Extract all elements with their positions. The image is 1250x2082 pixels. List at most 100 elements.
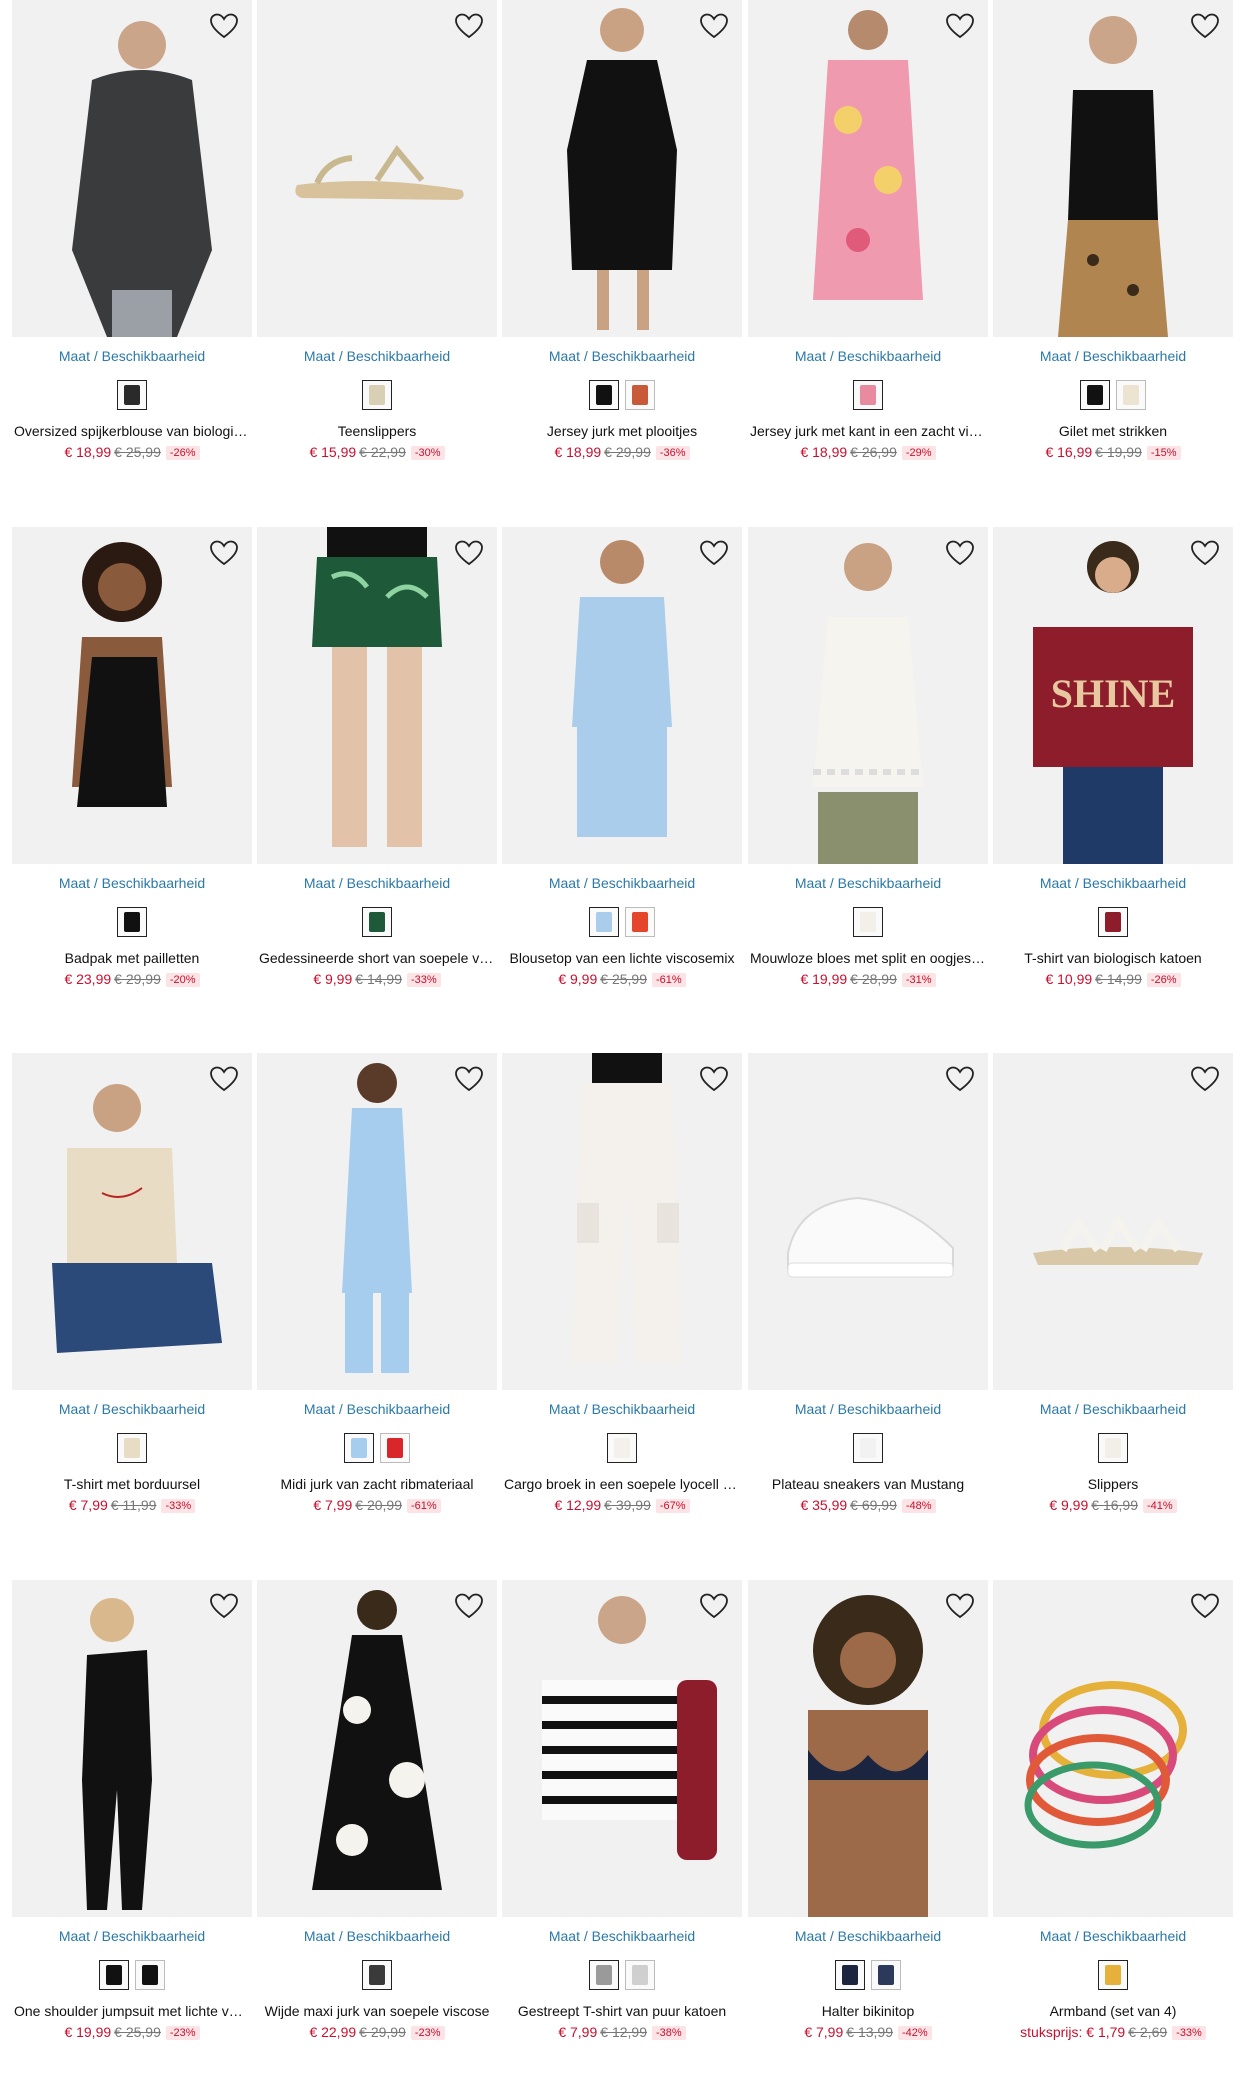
size-availability-link[interactable]: Maat / Beschikbaarheid xyxy=(993,1928,1233,1944)
product-card[interactable]: Maat / Beschikbaarheid Plateau sneakers v… xyxy=(748,1053,988,1533)
size-availability-link[interactable]: Maat / Beschikbaarheid xyxy=(257,1928,497,1944)
size-availability-link[interactable]: Maat / Beschikbaarheid xyxy=(12,1928,252,1944)
wishlist-heart-icon[interactable] xyxy=(944,10,976,42)
product-card[interactable]: Maat / Beschikbaarheid Jersey jurk met ka… xyxy=(748,0,988,480)
size-availability-link[interactable]: Maat / Beschikbaarheid xyxy=(993,875,1233,891)
product-name[interactable]: Oversized spijkerblouse van biologisch k… xyxy=(12,423,252,439)
slippers-image[interactable] xyxy=(993,1053,1233,1390)
color-swatch[interactable] xyxy=(1098,907,1128,937)
wishlist-heart-icon[interactable] xyxy=(453,1590,485,1622)
shine-tshirt-image[interactable]: SHINE xyxy=(993,527,1233,864)
size-availability-link[interactable]: Maat / Beschikbaarheid xyxy=(993,348,1233,364)
size-availability-link[interactable]: Maat / Beschikbaarheid xyxy=(502,348,742,364)
bracelet-set-image[interactable] xyxy=(993,1580,1233,1917)
palm-shorts-image[interactable] xyxy=(257,527,497,864)
size-availability-link[interactable]: Maat / Beschikbaarheid xyxy=(502,1928,742,1944)
wishlist-heart-icon[interactable] xyxy=(208,10,240,42)
wishlist-heart-icon[interactable] xyxy=(1189,10,1221,42)
color-swatch[interactable] xyxy=(362,907,392,937)
size-availability-link[interactable]: Maat / Beschikbaarheid xyxy=(257,348,497,364)
color-swatch[interactable] xyxy=(625,1960,655,1990)
swimsuit-image[interactable] xyxy=(12,527,252,864)
product-name[interactable]: Blousetop van een lichte viscosemix xyxy=(502,950,742,966)
product-name[interactable]: Badpak met pailletten xyxy=(12,950,252,966)
color-swatch[interactable] xyxy=(853,1433,883,1463)
wishlist-heart-icon[interactable] xyxy=(944,1063,976,1095)
product-name[interactable]: T-shirt met borduursel xyxy=(12,1476,252,1492)
color-swatch[interactable] xyxy=(589,907,619,937)
product-card[interactable]: Maat / Beschikbaarheid Blousetop van een … xyxy=(502,527,742,1007)
color-swatch[interactable] xyxy=(99,1960,129,1990)
wishlist-heart-icon[interactable] xyxy=(1189,537,1221,569)
product-card[interactable]: Maat / Beschikbaarheid Gestreept T-shirt … xyxy=(502,1580,742,2060)
product-card[interactable]: Maat / Beschikbaarheid One shoulder jumps… xyxy=(12,1580,252,2060)
floral-dress-image[interactable] xyxy=(748,0,988,337)
product-name[interactable]: Cargo broek in een soepele lyocell mix xyxy=(502,1476,742,1492)
size-availability-link[interactable]: Maat / Beschikbaarheid xyxy=(12,1401,252,1417)
product-card[interactable]: Maat / Beschikbaarheid T-shirt met borduu… xyxy=(12,1053,252,1533)
size-availability-link[interactable]: Maat / Beschikbaarheid xyxy=(257,1401,497,1417)
wishlist-heart-icon[interactable] xyxy=(208,1590,240,1622)
bikini-top-image[interactable] xyxy=(748,1580,988,1917)
product-card[interactable]: SHINE Maat / Beschikbaarheid T-shirt van b… xyxy=(993,527,1233,1007)
color-swatch[interactable] xyxy=(362,1960,392,1990)
color-swatch[interactable] xyxy=(362,380,392,410)
product-name[interactable]: Gilet met strikken xyxy=(993,423,1233,439)
wishlist-heart-icon[interactable] xyxy=(453,10,485,42)
color-swatch[interactable] xyxy=(344,1433,374,1463)
size-availability-link[interactable]: Maat / Beschikbaarheid xyxy=(257,875,497,891)
jersey-dress-image[interactable] xyxy=(502,0,742,337)
jumpsuit-image[interactable] xyxy=(12,1580,252,1917)
product-card[interactable]: Maat / Beschikbaarheid Wijde maxi jurk va… xyxy=(257,1580,497,2060)
size-availability-link[interactable]: Maat / Beschikbaarheid xyxy=(502,875,742,891)
striped-tshirt-image[interactable] xyxy=(502,1580,742,1917)
product-card[interactable]: Maat / Beschikbaarheid Mouwloze bloes met… xyxy=(748,527,988,1007)
color-swatch[interactable] xyxy=(853,907,883,937)
color-swatch[interactable] xyxy=(117,1433,147,1463)
blouse-top-image[interactable] xyxy=(502,527,742,864)
midi-dress-image[interactable] xyxy=(257,1053,497,1390)
product-card[interactable]: Maat / Beschikbaarheid Armband (set van 4… xyxy=(993,1580,1233,2060)
wishlist-heart-icon[interactable] xyxy=(698,1063,730,1095)
product-name[interactable]: Teenslippers xyxy=(257,423,497,439)
color-swatch[interactable] xyxy=(380,1433,410,1463)
color-swatch[interactable] xyxy=(589,380,619,410)
color-swatch[interactable] xyxy=(589,1960,619,1990)
color-swatch[interactable] xyxy=(1098,1433,1128,1463)
product-name[interactable]: Mouwloze bloes met split en oogjes kant xyxy=(748,950,988,966)
size-availability-link[interactable]: Maat / Beschikbaarheid xyxy=(502,1401,742,1417)
color-swatch[interactable] xyxy=(1116,380,1146,410)
product-name[interactable]: One shoulder jumpsuit met lichte volant xyxy=(12,2003,252,2019)
wishlist-heart-icon[interactable] xyxy=(453,537,485,569)
platform-sneaker-image[interactable] xyxy=(748,1053,988,1390)
size-availability-link[interactable]: Maat / Beschikbaarheid xyxy=(748,875,988,891)
color-swatch[interactable] xyxy=(135,1960,165,1990)
size-availability-link[interactable]: Maat / Beschikbaarheid xyxy=(993,1401,1233,1417)
toe-sandals-image[interactable] xyxy=(257,0,497,337)
product-name[interactable]: T-shirt van biologisch katoen xyxy=(993,950,1233,966)
embroidered-tshirt-image[interactable] xyxy=(12,1053,252,1390)
maxi-dress-image[interactable] xyxy=(257,1580,497,1917)
product-card[interactable]: Maat / Beschikbaarheid Cargo broek in een… xyxy=(502,1053,742,1533)
oversized-denim-blouse-image[interactable] xyxy=(12,0,252,337)
product-name[interactable]: Jersey jurk met plooitjes xyxy=(502,423,742,439)
tie-vest-image[interactable] xyxy=(993,0,1233,337)
product-card[interactable]: Maat / Beschikbaarheid Gedessineerde shor… xyxy=(257,527,497,1007)
sleeveless-blouse-image[interactable] xyxy=(748,527,988,864)
wishlist-heart-icon[interactable] xyxy=(698,10,730,42)
product-card[interactable]: Maat / Beschikbaarheid Teenslippers € 15,9… xyxy=(257,0,497,480)
product-card[interactable]: Maat / Beschikbaarheid Midi jurk van zach… xyxy=(257,1053,497,1533)
size-availability-link[interactable]: Maat / Beschikbaarheid xyxy=(12,875,252,891)
product-card[interactable]: Maat / Beschikbaarheid Halter bikinitop € … xyxy=(748,1580,988,2060)
product-name[interactable]: Gestreept T-shirt van puur katoen xyxy=(502,2003,742,2019)
cargo-pants-image[interactable] xyxy=(502,1053,742,1390)
product-card[interactable]: Maat / Beschikbaarheid Gilet met strikken… xyxy=(993,0,1233,480)
product-name[interactable]: Halter bikinitop xyxy=(748,2003,988,2019)
product-card[interactable]: Maat / Beschikbaarheid Oversized spijkerb… xyxy=(12,0,252,480)
color-swatch[interactable] xyxy=(117,907,147,937)
size-availability-link[interactable]: Maat / Beschikbaarheid xyxy=(748,1928,988,1944)
product-name[interactable]: Midi jurk van zacht ribmateriaal xyxy=(257,1476,497,1492)
product-card[interactable]: Maat / Beschikbaarheid Slippers € 9,99 € 16… xyxy=(993,1053,1233,1533)
color-swatch[interactable] xyxy=(1098,1960,1128,1990)
wishlist-heart-icon[interactable] xyxy=(1189,1063,1221,1095)
